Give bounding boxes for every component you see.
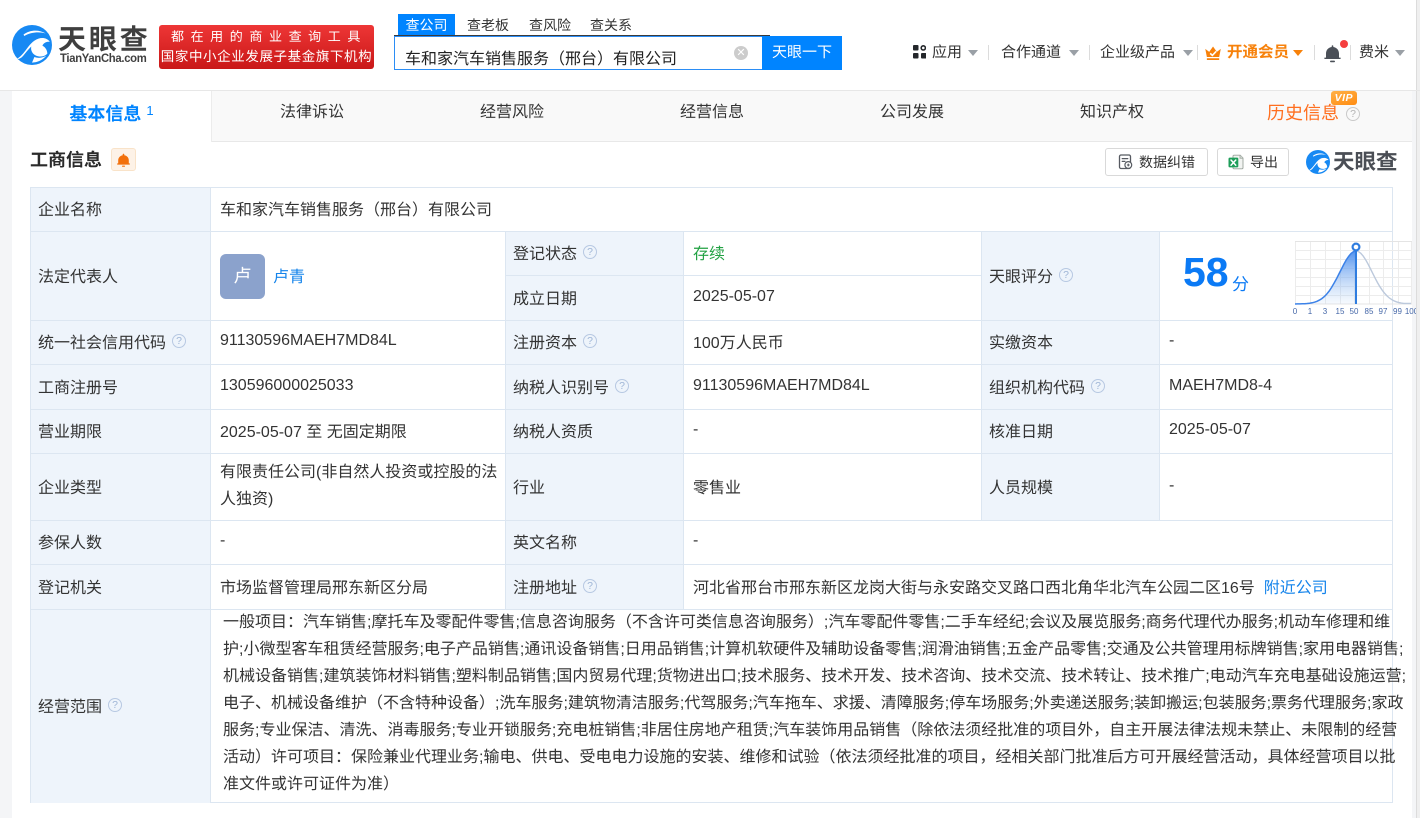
svg-text:50: 50 — [1350, 307, 1359, 316]
svg-text:85: 85 — [1365, 307, 1374, 316]
svg-text:97: 97 — [1379, 307, 1388, 316]
svg-text:0: 0 — [1293, 307, 1298, 316]
svg-text:3: 3 — [1323, 307, 1328, 316]
svg-text:1: 1 — [1308, 307, 1313, 316]
svg-text:15: 15 — [1336, 307, 1345, 316]
svg-text:99: 99 — [1393, 307, 1402, 316]
